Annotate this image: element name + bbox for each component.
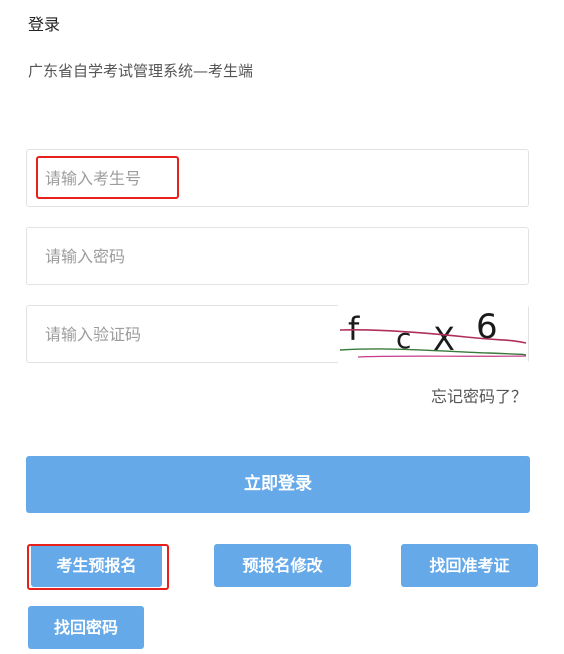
candidate-id-input[interactable] <box>27 150 528 206</box>
page-title: 登录 <box>28 15 61 34</box>
modify-pre-register-button[interactable]: 预报名修改 <box>214 544 351 587</box>
pre-register-button[interactable]: 考生预报名 <box>31 544 162 587</box>
captcha-char-4: 6 <box>476 307 498 347</box>
captcha-char-3: X <box>433 320 455 358</box>
candidate-id-field <box>26 149 529 207</box>
page-subtitle: 广东省自学考试管理系统—考生端 <box>28 62 254 80</box>
captcha-graphic: f c X 6 <box>339 307 527 358</box>
forgot-password-link[interactable]: 忘记密码了？ <box>431 386 527 408</box>
login-button[interactable]: 立即登录 <box>26 456 530 513</box>
captcha-input[interactable] <box>27 306 337 362</box>
password-field <box>26 227 529 285</box>
captcha-image[interactable]: f c X 6 <box>338 305 528 363</box>
captcha-char-1: f <box>348 310 360 348</box>
find-admission-ticket-button[interactable]: 找回准考证 <box>401 544 538 587</box>
password-input[interactable] <box>27 228 528 284</box>
find-password-button[interactable]: 找回密码 <box>28 606 144 649</box>
